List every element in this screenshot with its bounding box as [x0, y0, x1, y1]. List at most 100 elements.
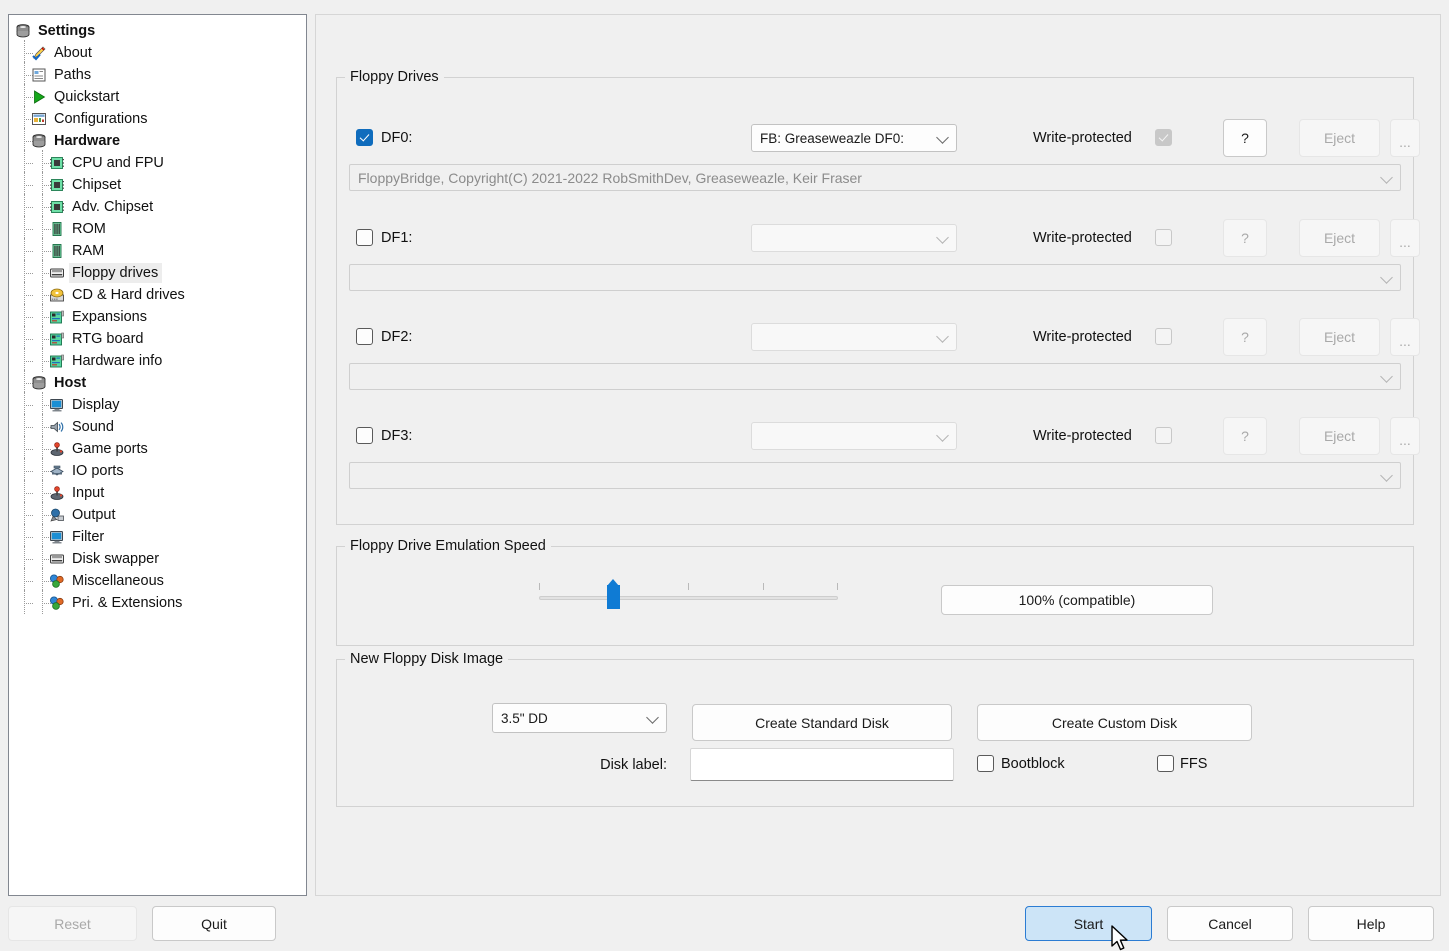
- quit-button[interactable]: Quit: [152, 906, 276, 941]
- sidebar-item-ram[interactable]: RAM: [9, 238, 306, 262]
- drive-2-help-button[interactable]: ?: [1223, 318, 1267, 356]
- sidebar-item-output[interactable]: Output: [9, 502, 306, 526]
- drive-0-help-button[interactable]: ?: [1223, 119, 1267, 157]
- drive-3-path-field[interactable]: [349, 462, 1401, 489]
- chevron-down-icon[interactable]: [1380, 468, 1393, 482]
- board-icon: [49, 309, 65, 325]
- drive-3-enable-row[interactable]: DF3:: [356, 427, 412, 444]
- bootblock-checkbox[interactable]: [977, 755, 994, 772]
- sidebar-item-miscellaneous[interactable]: Miscellaneous: [9, 568, 306, 592]
- sidebar-item-paths[interactable]: Paths: [9, 62, 306, 86]
- drive-2-eject-button[interactable]: Eject: [1299, 318, 1380, 356]
- emulation-speed-slider-thumb[interactable]: [607, 579, 620, 609]
- emulation-speed-group-title: Floppy Drive Emulation Speed: [345, 538, 551, 554]
- sidebar-item-about[interactable]: About: [9, 40, 306, 64]
- sidebar-item-cd-hard-drives[interactable]: CD & Hard drives: [9, 282, 306, 306]
- sidebar-item-label: Floppy drives: [69, 263, 163, 283]
- drive-2-write-protected-checkbox[interactable]: [1155, 328, 1172, 345]
- chevron-down-icon[interactable]: [1380, 270, 1393, 284]
- drive-3-write-protected-checkbox[interactable]: [1155, 427, 1172, 444]
- bootblock-label: Bootblock: [1001, 755, 1065, 772]
- sidebar-item-chipset[interactable]: Chipset: [9, 172, 306, 196]
- drive-0-type-select[interactable]: FB: Greaseweazle DF0:: [751, 124, 957, 152]
- sidebar-item-rom[interactable]: ROM: [9, 216, 306, 240]
- drive-0-enable-checkbox[interactable]: [356, 129, 373, 146]
- drive-3-browse-button[interactable]: ...: [1390, 417, 1420, 455]
- drive-2-enable-checkbox[interactable]: [356, 328, 373, 345]
- sidebar-item-cpu-and-fpu[interactable]: CPU and FPU: [9, 150, 306, 174]
- drive-2-type-select[interactable]: [751, 323, 957, 351]
- sidebar-item-game-ports[interactable]: Game ports: [9, 436, 306, 460]
- chevron-down-icon[interactable]: [1380, 170, 1393, 184]
- drive-2-eject-label: Eject: [1323, 329, 1356, 345]
- ffs-checkbox-row[interactable]: FFS: [1157, 755, 1207, 772]
- sidebar-item-quickstart[interactable]: Quickstart: [9, 84, 306, 108]
- board-icon: [49, 331, 65, 347]
- sidebar-item-settings[interactable]: Settings: [9, 20, 306, 42]
- drive-1-browse-button[interactable]: ...: [1390, 219, 1420, 257]
- chevron-down-icon[interactable]: [1380, 369, 1393, 383]
- drive-0-path-value: FloppyBridge, Copyright(C) 2021-2022 Rob…: [358, 169, 862, 186]
- sidebar-item-label: Expansions: [72, 309, 147, 325]
- sidebar-item-host[interactable]: Host: [9, 370, 306, 394]
- drive-1-path-field[interactable]: [349, 264, 1401, 291]
- drive-2-path-field[interactable]: [349, 363, 1401, 390]
- drive-2-enable-row[interactable]: DF2:: [356, 328, 412, 345]
- drive-0-browse-button[interactable]: ...: [1390, 119, 1420, 157]
- drive-1-help-button[interactable]: ?: [1223, 219, 1267, 257]
- create-standard-disk-button[interactable]: Create Standard Disk: [692, 704, 952, 741]
- disk-label-input[interactable]: [690, 748, 954, 781]
- drive-0-type-value: FB: Greaseweazle DF0:: [760, 130, 905, 146]
- drive-0-path-field[interactable]: FloppyBridge, Copyright(C) 2021-2022 Rob…: [349, 164, 1401, 191]
- sidebar-item-label: Quickstart: [54, 89, 120, 105]
- sidebar-item-hardware[interactable]: Hardware: [9, 128, 306, 152]
- sidebar-item-label: CPU and FPU: [72, 155, 164, 171]
- help-button[interactable]: Help: [1308, 906, 1434, 941]
- play-icon: [31, 89, 47, 105]
- drive-3-enable-checkbox[interactable]: [356, 427, 373, 444]
- drive-1-enable-checkbox[interactable]: [356, 229, 373, 246]
- ffs-label: FFS: [1180, 755, 1208, 772]
- drive-3-help-button[interactable]: ?: [1223, 417, 1267, 455]
- emulation-speed-slider-track[interactable]: [539, 596, 838, 600]
- floppy-icon: [49, 265, 65, 281]
- start-button[interactable]: Start: [1025, 906, 1152, 941]
- sidebar-item-disk-swapper[interactable]: Disk swapper: [9, 546, 306, 570]
- sidebar-item-input[interactable]: Input: [9, 480, 306, 504]
- drive-2-browse-button[interactable]: ...: [1390, 318, 1420, 356]
- sidebar-item-pri-extensions[interactable]: Pri. & Extensions: [9, 590, 306, 614]
- sidebar-item-configurations[interactable]: Configurations: [9, 106, 306, 130]
- bootblock-checkbox-row[interactable]: Bootblock: [977, 755, 1065, 772]
- joystick-icon: [49, 485, 65, 501]
- ffs-checkbox[interactable]: [1157, 755, 1174, 772]
- sidebar-item-hardware-info[interactable]: Hardware info: [9, 348, 306, 372]
- sidebar-item-floppy-drives[interactable]: Floppy drives: [9, 260, 306, 284]
- drive-1-type-select[interactable]: [751, 224, 957, 252]
- sidebar-item-display[interactable]: Display: [9, 392, 306, 416]
- chevron-down-icon: [936, 231, 949, 244]
- cancel-button[interactable]: Cancel: [1167, 906, 1293, 941]
- reset-button[interactable]: Reset: [8, 906, 137, 941]
- drive-0-write-protected-checkbox[interactable]: [1155, 129, 1172, 146]
- sidebar-item-label: RTG board: [72, 331, 144, 347]
- reset-label: Reset: [54, 915, 91, 932]
- drive-0-eject-button[interactable]: Eject: [1299, 119, 1380, 157]
- settings-tree-sidebar[interactable]: Settings About Paths Quickstart Configuratio…: [8, 14, 307, 896]
- sidebar-item-io-ports[interactable]: IO ports: [9, 458, 306, 482]
- sidebar-item-rtg-board[interactable]: RTG board: [9, 326, 306, 350]
- sidebar-item-expansions[interactable]: Expansions: [9, 304, 306, 328]
- drive-0-enable-row[interactable]: DF0:: [356, 129, 412, 146]
- drive-1-enable-row[interactable]: DF1:: [356, 229, 412, 246]
- drive-1-eject-button[interactable]: Eject: [1299, 219, 1380, 257]
- drive-3-type-select[interactable]: [751, 422, 957, 450]
- sidebar-item-label: Hardware: [54, 133, 121, 149]
- create-custom-disk-button[interactable]: Create Custom Disk: [977, 704, 1252, 741]
- sidebar-item-label: Configurations: [54, 111, 148, 127]
- sidebar-item-filter[interactable]: Filter: [9, 524, 306, 548]
- drive-3-eject-button[interactable]: Eject: [1299, 417, 1380, 455]
- sidebar-item-sound[interactable]: Sound: [9, 414, 306, 438]
- drive-1-write-protected-checkbox[interactable]: [1155, 229, 1172, 246]
- sidebar-item-label: Output: [72, 507, 116, 523]
- sidebar-item-adv-chipset[interactable]: Adv. Chipset: [9, 194, 306, 218]
- disk-format-select[interactable]: 3.5" DD: [492, 703, 667, 733]
